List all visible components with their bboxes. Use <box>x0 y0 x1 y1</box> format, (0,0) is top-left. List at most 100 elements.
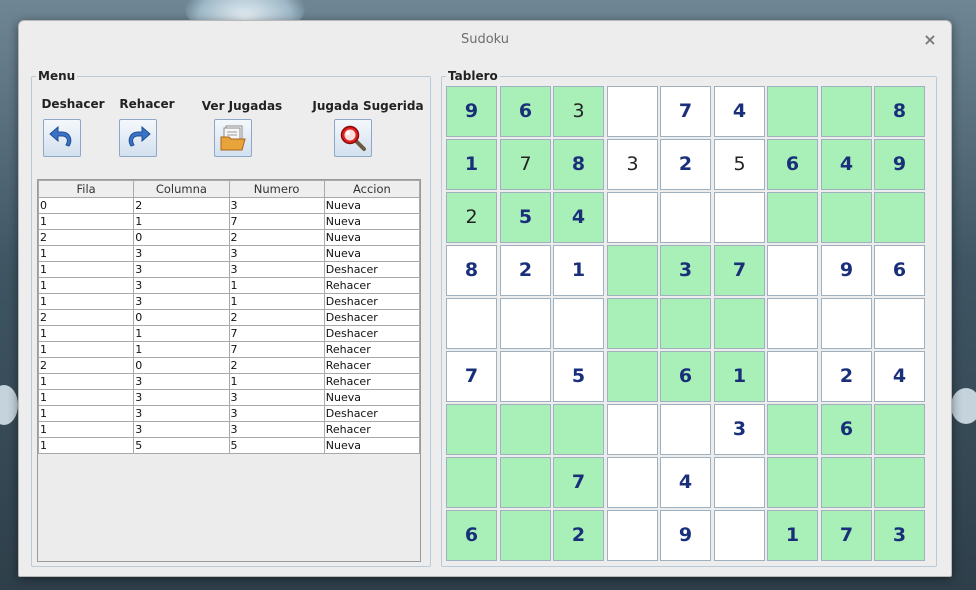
sudoku-cell[interactable]: 8 <box>553 139 604 190</box>
sudoku-cell[interactable] <box>767 245 818 296</box>
redo-icon[interactable] <box>119 119 157 157</box>
sudoku-cell[interactable]: 6 <box>767 139 818 190</box>
suggested-move-button[interactable]: Jugada Sugerida <box>307 99 429 113</box>
sudoku-cell[interactable]: 9 <box>821 245 872 296</box>
sudoku-cell[interactable] <box>500 351 551 402</box>
sudoku-cell[interactable] <box>767 351 818 402</box>
sudoku-cell[interactable]: 2 <box>821 351 872 402</box>
sudoku-cell[interactable] <box>553 298 604 349</box>
sudoku-cell[interactable] <box>500 404 551 455</box>
sudoku-cell[interactable] <box>874 298 925 349</box>
table-row[interactable]: 1 3 3 Deshacer <box>37 261 421 278</box>
table-row[interactable]: 1 3 3 Nueva <box>37 389 421 406</box>
table-row[interactable]: 1 3 3 Deshacer <box>37 405 421 422</box>
sudoku-cell[interactable] <box>446 404 497 455</box>
undo-button[interactable] <box>43 119 83 159</box>
sudoku-cell[interactable] <box>607 86 658 137</box>
sudoku-cell[interactable] <box>553 404 604 455</box>
sudoku-cell[interactable]: 5 <box>500 192 551 243</box>
sudoku-cell[interactable]: 1 <box>767 510 818 561</box>
sudoku-cell[interactable] <box>714 457 765 508</box>
sudoku-cell[interactable]: 7 <box>500 139 551 190</box>
sudoku-cell[interactable]: 8 <box>446 245 497 296</box>
column-header[interactable]: Numero <box>228 180 325 198</box>
sudoku-cell[interactable]: 4 <box>874 351 925 402</box>
sudoku-cell[interactable] <box>767 192 818 243</box>
sudoku-cell[interactable] <box>660 192 711 243</box>
sudoku-cell[interactable]: 4 <box>821 139 872 190</box>
table-row[interactable]: 1 1 7 Deshacer <box>37 325 421 342</box>
sudoku-cell[interactable]: 7 <box>821 510 872 561</box>
sudoku-cell[interactable]: 4 <box>660 457 711 508</box>
sudoku-cell[interactable] <box>767 457 818 508</box>
sudoku-cell[interactable]: 7 <box>446 351 497 402</box>
sudoku-cell[interactable]: 5 <box>553 351 604 402</box>
sudoku-cell[interactable] <box>821 457 872 508</box>
undo-icon[interactable] <box>43 119 81 157</box>
sudoku-cell[interactable]: 3 <box>874 510 925 561</box>
sudoku-cell[interactable]: 2 <box>660 139 711 190</box>
sudoku-cell[interactable]: 2 <box>500 245 551 296</box>
sudoku-cell[interactable] <box>821 192 872 243</box>
sudoku-cell[interactable] <box>767 86 818 137</box>
table-row[interactable]: 1 3 3 Nueva <box>37 245 421 262</box>
table-row[interactable]: 1 1 7 Rehacer <box>37 341 421 358</box>
sudoku-cell[interactable] <box>607 351 658 402</box>
sudoku-cell[interactable]: 7 <box>660 86 711 137</box>
sudoku-cell[interactable]: 6 <box>660 351 711 402</box>
sudoku-cell[interactable]: 3 <box>553 86 604 137</box>
table-row[interactable]: 1 1 7 Nueva <box>37 213 421 230</box>
sudoku-cell[interactable]: 3 <box>714 404 765 455</box>
table-row[interactable]: 2 0 2 Rehacer <box>37 357 421 374</box>
sudoku-cell[interactable]: 6 <box>500 86 551 137</box>
sudoku-cell[interactable]: 7 <box>553 457 604 508</box>
sudoku-cell[interactable] <box>607 245 658 296</box>
sudoku-cell[interactable] <box>767 404 818 455</box>
sudoku-cell[interactable]: 1 <box>446 139 497 190</box>
sudoku-cell[interactable]: 4 <box>553 192 604 243</box>
folder-icon[interactable] <box>214 119 252 157</box>
sudoku-cell[interactable]: 5 <box>714 139 765 190</box>
sudoku-cell[interactable] <box>607 404 658 455</box>
table-row[interactable]: 1 3 1 Rehacer <box>37 373 421 390</box>
suggested-move-button[interactable] <box>334 119 374 159</box>
sudoku-cell[interactable] <box>874 457 925 508</box>
sudoku-cell[interactable] <box>874 404 925 455</box>
sudoku-cell[interactable]: 9 <box>874 139 925 190</box>
sudoku-cell[interactable] <box>607 457 658 508</box>
table-row[interactable]: 1 3 3 Rehacer <box>37 421 421 438</box>
sudoku-cell[interactable]: 6 <box>874 245 925 296</box>
table-row[interactable]: 2 0 2 Deshacer <box>37 309 421 326</box>
sudoku-cell[interactable] <box>500 298 551 349</box>
close-icon[interactable]: × <box>921 31 939 49</box>
sudoku-cell[interactable]: 3 <box>660 245 711 296</box>
column-header[interactable]: Accion <box>323 180 421 198</box>
sudoku-cell[interactable] <box>767 298 818 349</box>
sudoku-cell[interactable]: 9 <box>660 510 711 561</box>
sudoku-cell[interactable]: 6 <box>821 404 872 455</box>
sudoku-cell[interactable] <box>714 192 765 243</box>
sudoku-cell[interactable] <box>446 457 497 508</box>
sudoku-cell[interactable] <box>821 86 872 137</box>
sudoku-cell[interactable]: 4 <box>714 86 765 137</box>
view-moves-button[interactable] <box>214 119 254 159</box>
table-row[interactable]: 1 3 1 Deshacer <box>37 293 421 310</box>
sudoku-cell[interactable] <box>821 298 872 349</box>
sudoku-cell[interactable]: 1 <box>553 245 604 296</box>
redo-button[interactable] <box>119 119 159 159</box>
sudoku-cell[interactable] <box>714 298 765 349</box>
sudoku-cell[interactable] <box>446 298 497 349</box>
sudoku-cell[interactable]: 2 <box>553 510 604 561</box>
undo-button[interactable]: Deshacer <box>38 97 108 111</box>
sudoku-cell[interactable] <box>660 404 711 455</box>
sudoku-cell[interactable] <box>607 192 658 243</box>
sudoku-cell[interactable]: 6 <box>446 510 497 561</box>
table-row[interactable]: 0 2 3 Nueva <box>37 197 421 214</box>
sudoku-cell[interactable] <box>874 192 925 243</box>
column-header[interactable]: Columna <box>133 180 230 198</box>
sudoku-cell[interactable] <box>660 298 711 349</box>
sudoku-cell[interactable]: 8 <box>874 86 925 137</box>
redo-button[interactable]: Rehacer <box>112 97 182 111</box>
sudoku-cell[interactable]: 3 <box>607 139 658 190</box>
table-row[interactable]: 2 0 2 Nueva <box>37 229 421 246</box>
